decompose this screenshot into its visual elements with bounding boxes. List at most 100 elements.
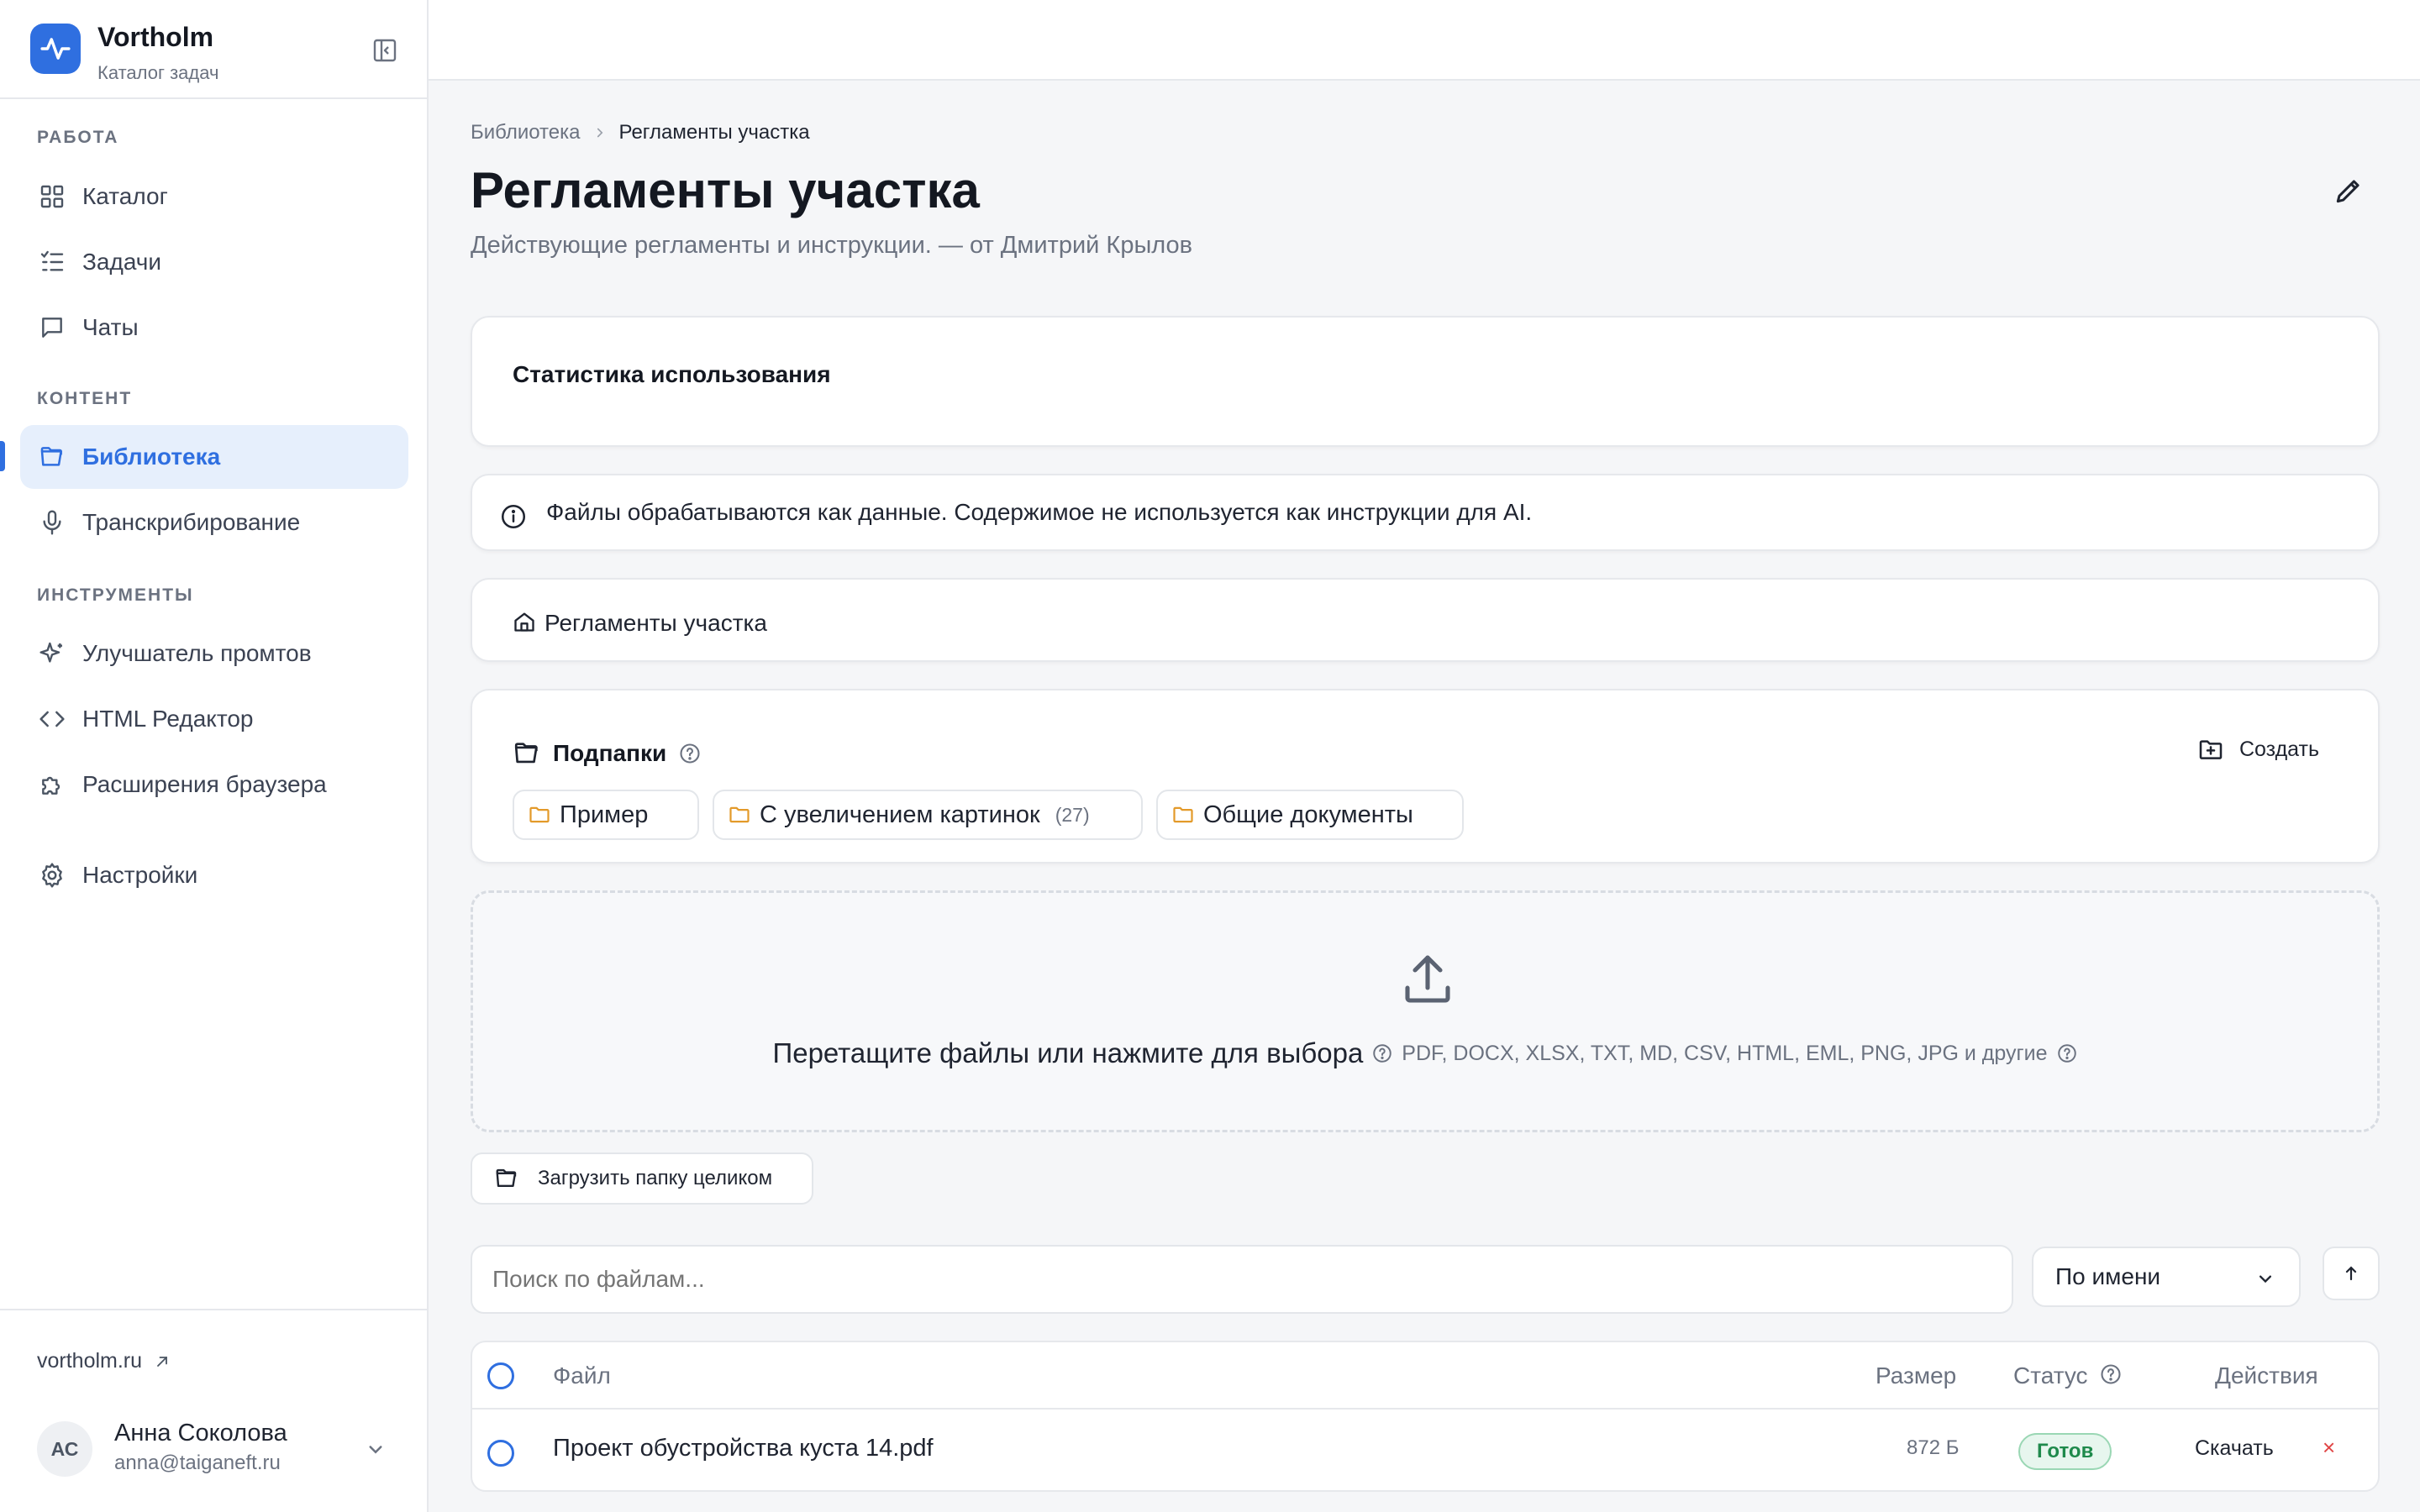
help-icon[interactable] [2056, 1042, 2078, 1064]
chevron-down-icon[interactable] [363, 1436, 388, 1462]
sidebar-item-chats[interactable]: Чаты [20, 296, 408, 360]
file-search-input[interactable] [471, 1245, 2013, 1314]
sort-selected-value: По имени [2055, 1263, 2161, 1289]
subfolder-chip[interactable]: Общие документы [1156, 790, 1464, 840]
nav-section-content: КОНТЕНТ [37, 389, 133, 408]
sidebar-item-browser-extensions[interactable]: Расширения браузера [20, 753, 408, 816]
delete-icon[interactable]: × [2323, 1435, 2335, 1461]
edit-pencil-icon[interactable] [2333, 175, 2366, 208]
download-button[interactable]: Скачать [2195, 1436, 2274, 1461]
page-title: Регламенты участка [471, 162, 980, 218]
folder-path-bar: Регламенты участка [471, 578, 2380, 662]
chat-icon [37, 312, 67, 343]
subfolder-count: (27) [1055, 803, 1090, 826]
sidebar-item-label: Каталог [82, 183, 168, 209]
create-folder-button[interactable]: Создать [2197, 736, 2319, 763]
folder-icon [1171, 803, 1195, 827]
sidebar-item-label: Улучшатель промтов [82, 640, 312, 666]
upload-icon [1397, 950, 1458, 1011]
file-size: 872 Б [1907, 1436, 1960, 1459]
subfolder-name: Общие документы [1203, 801, 1413, 828]
status-badge: Готов [2018, 1433, 2112, 1470]
sidebar-item-label: Настройки [82, 862, 198, 888]
topbar [429, 0, 2420, 81]
help-icon[interactable] [2099, 1362, 2123, 1386]
sidebar-item-prompt-improver[interactable]: Улучшатель промтов [20, 622, 408, 685]
info-icon [499, 502, 528, 531]
column-actions: Действия [2215, 1362, 2318, 1389]
info-notice-text: Файлы обрабатываются как данные. Содержи… [546, 499, 1533, 525]
file-name[interactable]: Проект обустройства куста 14.pdf [553, 1435, 934, 1462]
column-size[interactable]: Размер [1876, 1362, 1956, 1389]
sidebar-divider [0, 1309, 427, 1310]
sidebar-item-label: Расширения браузера [82, 771, 327, 797]
dropzone-text-line: Перетащите файлы или нажмите для выбора … [473, 1037, 2377, 1069]
sidebar-item-transcription[interactable]: Транскрибирование [20, 491, 408, 554]
subfolder-chip[interactable]: С увеличением картинок (27) [713, 790, 1143, 840]
subfolder-name: Пример [560, 801, 649, 828]
row-select-radio[interactable] [487, 1440, 514, 1467]
user-email: anna@taiganeft.ru [114, 1452, 281, 1474]
microphone-icon [37, 507, 67, 538]
sidebar-item-label: Транскрибирование [82, 509, 301, 535]
sparkles-icon [37, 638, 67, 669]
sort-select[interactable]: По имени [2032, 1247, 2301, 1307]
file-dropzone[interactable]: Перетащите файлы или нажмите для выбора … [471, 890, 2380, 1132]
subfolder-name: С увеличением картинок [760, 801, 1040, 828]
column-file[interactable]: Файл [553, 1362, 611, 1389]
brand-logo[interactable] [30, 24, 81, 74]
help-icon[interactable] [1371, 1042, 1393, 1064]
folder-plus-icon [2197, 736, 2224, 763]
sort-direction-button[interactable] [2323, 1247, 2380, 1300]
usage-stats-card[interactable]: Статистика использования [471, 316, 2380, 447]
sidebar: Vortholm Каталог задач РАБОТА Каталог За… [0, 0, 429, 1512]
folder-path-label[interactable]: Регламенты участка [544, 610, 767, 637]
nav-section-tools: ИНСТРУМЕНТЫ [37, 585, 194, 605]
page-subtitle: Действующие регламенты и инструкции. — о… [471, 232, 1193, 259]
sidebar-collapse-icon[interactable] [371, 37, 398, 64]
subfolder-chip[interactable]: Пример [513, 790, 699, 840]
brand-header: Vortholm Каталог задач [0, 0, 427, 99]
sidebar-item-catalog[interactable]: Каталог [20, 165, 408, 228]
help-icon[interactable] [678, 742, 702, 765]
chevron-down-icon [2254, 1267, 2277, 1290]
upload-folder-button[interactable]: Загрузить папку целиком [471, 1152, 813, 1205]
list-check-icon [37, 247, 67, 277]
dropzone-formats: PDF, DOCX, XLSX, TXT, MD, CSV, HTML, EML… [1402, 1041, 2048, 1065]
breadcrumb: Библиотека Регламенты участка [471, 121, 810, 144]
brand-name: Vortholm [97, 22, 214, 52]
dropzone-main-text: Перетащите файлы или нажмите для выбора [772, 1037, 1364, 1068]
select-all-radio[interactable] [487, 1362, 514, 1389]
breadcrumb-current: Регламенты участка [618, 121, 810, 144]
column-status[interactable]: Статус [2013, 1362, 2088, 1389]
sidebar-item-label: Задачи [82, 249, 162, 275]
brand-subtitle: Каталог задач [97, 62, 219, 83]
code-icon [37, 704, 67, 734]
sidebar-item-html-editor[interactable]: HTML Редактор [20, 687, 408, 751]
sidebar-item-label: Чаты [82, 314, 139, 340]
user-menu[interactable]: АС Анна Соколова anna@taiganeft.ru [37, 1420, 398, 1478]
external-site-link[interactable]: vortholm.ru [37, 1349, 171, 1373]
sidebar-item-library[interactable]: Библиотека [20, 425, 408, 489]
active-indicator [0, 441, 5, 471]
folder-open-icon [494, 1166, 519, 1191]
external-site-label: vortholm.ru [37, 1349, 143, 1373]
home-icon[interactable] [513, 610, 536, 633]
sidebar-item-settings[interactable]: Настройки [20, 843, 408, 907]
breadcrumb-root[interactable]: Библиотека [471, 121, 581, 144]
usage-stats-title: Статистика использования [513, 361, 831, 387]
info-notice: Файлы обрабатываются как данные. Содержи… [471, 474, 2380, 551]
folder-icon [528, 803, 551, 827]
folder-icon [728, 803, 751, 827]
arrow-up-icon [2341, 1263, 2361, 1284]
gear-icon [37, 860, 67, 890]
puzzle-icon [37, 769, 67, 800]
chevron-right-icon [592, 125, 608, 140]
folder-open-icon [513, 739, 541, 768]
sidebar-item-tasks[interactable]: Задачи [20, 230, 408, 294]
subfolders-header: Подпапки [513, 739, 702, 768]
external-link-icon [154, 1353, 171, 1370]
subfolders-card: Подпапки Создать Пример С увеличением ка… [471, 689, 2380, 864]
grid-icon [37, 181, 67, 212]
user-name: Анна Соколова [114, 1420, 287, 1446]
